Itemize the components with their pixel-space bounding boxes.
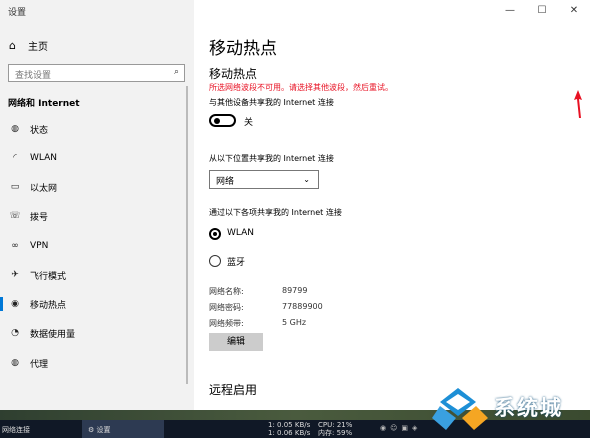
tray-app-icon[interactable]: ▣ bbox=[401, 424, 412, 432]
toggle-knob bbox=[214, 118, 220, 124]
error-message: 所选网络波段不可用。请选择其他波段，然后重试。 bbox=[209, 83, 393, 92]
sidebar-item-label: 拨号 bbox=[30, 212, 49, 223]
network-band-value: 5 GHz bbox=[282, 318, 307, 327]
sidebar-item-data-usage[interactable]: ◔ 数据使用量 bbox=[0, 322, 194, 344]
tray-app-icon[interactable]: ◉ bbox=[380, 424, 390, 432]
network-name-value: 89799 bbox=[282, 286, 308, 295]
share-connection-label: 与其他设备共享我的 Internet 连接 bbox=[209, 98, 334, 107]
watermark-text: 系统城 bbox=[494, 396, 563, 420]
hotspot-icon: ◉ bbox=[11, 299, 19, 309]
sidebar-item-ethernet[interactable]: ▭ 以太网 bbox=[0, 176, 194, 198]
vpn-icon: ∞ bbox=[11, 241, 19, 251]
globe-icon: ◍ bbox=[11, 124, 19, 134]
sidebar-item-vpn[interactable]: ∞ VPN bbox=[0, 235, 194, 257]
share-from-dropdown[interactable]: 网络 ⌄ bbox=[209, 170, 319, 189]
taskbar-settings-button[interactable]: ⚙ 设置 bbox=[82, 420, 164, 438]
sidebar-section-title: 网络和 Internet bbox=[8, 99, 80, 109]
taskbar-network-connections[interactable]: 网络连接 bbox=[2, 425, 30, 435]
sidebar-item-wlan[interactable]: ◜ WLAN bbox=[0, 147, 194, 169]
radio-bluetooth-label: 蓝牙 bbox=[227, 258, 246, 268]
sidebar-item-status[interactable]: ◍ 状态 bbox=[0, 118, 194, 140]
network-band-label: 网络频带: bbox=[209, 319, 244, 328]
airplane-icon: ✈ bbox=[11, 270, 19, 280]
chat-icon[interactable]: ☺ bbox=[390, 424, 401, 432]
radio-wlan[interactable] bbox=[209, 228, 221, 240]
sidebar-item-label: 代理 bbox=[30, 359, 49, 370]
system-usage-readout: CPU: 21% 内存: 59% bbox=[318, 421, 352, 437]
upload-speed: 1: 0.05 KB/s bbox=[268, 421, 311, 429]
dropdown-value: 网络 bbox=[216, 177, 235, 187]
sidebar-item-label: 飞行模式 bbox=[30, 271, 67, 282]
ethernet-icon: ▭ bbox=[10, 182, 20, 192]
network-password-label: 网络密码: bbox=[209, 303, 244, 312]
share-over-label: 通过以下各项共享我的 Internet 连接 bbox=[209, 208, 342, 217]
wifi-icon: ◜ bbox=[13, 153, 17, 163]
phone-dial-icon: ☏ bbox=[9, 211, 21, 221]
radio-wlan-label: WLAN bbox=[227, 228, 255, 238]
gear-icon: ⚙ bbox=[88, 426, 97, 434]
settings-window: 设置 ⌂ 主页 查找设置 ⌕ 网络和 Internet ◍ 状态 ◜ WLAN … bbox=[0, 0, 590, 420]
sidebar-item-label: 数据使用量 bbox=[30, 329, 76, 340]
window-title: 设置 bbox=[8, 8, 27, 18]
edit-button[interactable]: 编辑 bbox=[209, 333, 263, 351]
sidebar-item-proxy[interactable]: ◍ 代理 bbox=[0, 352, 194, 374]
system-tray[interactable]: ◉☺▣◈ bbox=[380, 424, 421, 432]
radio-bluetooth[interactable] bbox=[209, 255, 221, 267]
download-speed: 1: 0.06 KB/s bbox=[268, 429, 311, 437]
search-input[interactable]: 查找设置 ⌕ bbox=[8, 64, 185, 82]
section-title: 移动热点 bbox=[209, 67, 258, 81]
globe-icon: ◍ bbox=[11, 358, 19, 368]
toggle-state-label: 关 bbox=[244, 118, 254, 128]
sidebar: 设置 ⌂ 主页 查找设置 ⌕ 网络和 Internet ◍ 状态 ◜ WLAN … bbox=[0, 0, 194, 410]
sidebar-item-label: WLAN bbox=[30, 153, 58, 163]
remote-enable-title: 远程启用 bbox=[209, 383, 258, 397]
radio-selected-dot bbox=[213, 232, 217, 236]
data-usage-icon: ◔ bbox=[11, 328, 19, 338]
page-title: 移动热点 bbox=[209, 39, 277, 59]
memory-usage: 内存: 59% bbox=[318, 429, 353, 437]
network-speed-readout: 1: 0.05 KB/s 1: 0.06 KB/s bbox=[268, 421, 310, 437]
taskbar-settings-label: 设置 bbox=[96, 426, 111, 434]
search-placeholder: 查找设置 bbox=[15, 71, 52, 81]
hotspot-toggle[interactable] bbox=[209, 114, 236, 127]
sidebar-item-label: 以太网 bbox=[30, 183, 58, 194]
network-password-value: 77889900 bbox=[282, 302, 323, 311]
sidebar-home[interactable]: ⌂ 主页 bbox=[9, 38, 48, 53]
search-icon: ⌕ bbox=[173, 67, 179, 77]
home-label: 主页 bbox=[28, 42, 48, 53]
sidebar-item-airplane-mode[interactable]: ✈ 飞行模式 bbox=[0, 264, 194, 286]
network-name-label: 网络名称: bbox=[209, 287, 244, 296]
cpu-usage: CPU: 21% bbox=[318, 421, 353, 429]
sidebar-scrollbar[interactable] bbox=[186, 86, 188, 384]
sidebar-item-dialup[interactable]: ☏ 拨号 bbox=[0, 205, 194, 227]
home-icon: ⌂ bbox=[9, 39, 16, 52]
shield-icon[interactable]: ◈ bbox=[412, 424, 421, 432]
share-from-label: 从以下位置共享我的 Internet 连接 bbox=[209, 154, 334, 163]
sidebar-item-mobile-hotspot[interactable]: ◉ 移动热点 bbox=[0, 293, 194, 315]
sidebar-item-label: VPN bbox=[30, 241, 49, 251]
sidebar-item-label: 状态 bbox=[30, 125, 49, 136]
sidebar-item-label: 移动热点 bbox=[30, 300, 67, 311]
chevron-down-icon: ⌄ bbox=[303, 175, 310, 184]
main-content: 移动热点 移动热点 所选网络波段不可用。请选择其他波段，然后重试。 与其他设备共… bbox=[194, 0, 590, 410]
red-arrow-annotation bbox=[574, 90, 582, 118]
